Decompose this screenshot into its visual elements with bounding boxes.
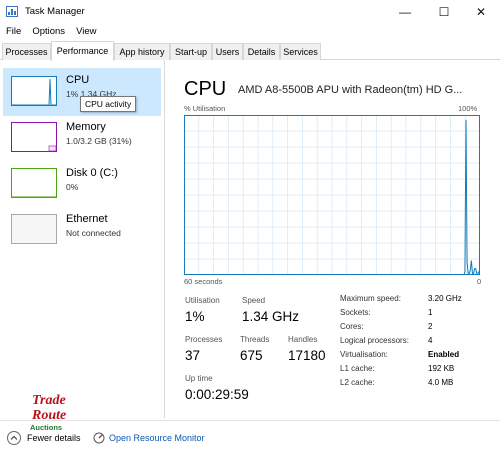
cpu-details-panel: CPU AMD A8-5500B APU with Radeon(tm) HD …: [166, 60, 500, 418]
graph-x-label: 60 seconds: [184, 277, 223, 286]
logo-line-2: Route: [31, 408, 66, 423]
uptime-label: Up time: [185, 374, 213, 383]
sidebar-item-subtitle: Not connected: [66, 228, 121, 238]
chevron-up-icon[interactable]: [7, 431, 21, 445]
processes-value: 37: [185, 348, 201, 363]
cpu-model-name: AMD A8-5500B APU with Radeon(tm) HD G...: [238, 84, 463, 96]
spec-value: Enabled: [428, 350, 460, 359]
memory-thumbnail-graph: [11, 122, 57, 152]
graph-y-label: % Utilisation: [184, 104, 226, 113]
tab-processes[interactable]: Processes: [2, 43, 51, 60]
sidebar-item-title: Disk 0 (C:): [66, 167, 118, 179]
spec-value: 4.0 MB: [428, 378, 454, 387]
spec-value: 2: [428, 322, 433, 331]
spec-value: 3.20 GHz: [428, 294, 462, 303]
menu-view[interactable]: View: [70, 24, 101, 41]
title-bar: Task Manager — ☐ ✕: [0, 0, 500, 24]
spec-label: Virtualisation:: [340, 350, 388, 359]
resource-sidebar: CPU 1% 1.34 GHz Memory 1.0/3.2 GB (31%) …: [0, 60, 165, 418]
task-manager-icon: [6, 6, 18, 17]
spec-label: L1 cache:: [340, 364, 375, 373]
tab-start-up[interactable]: Start-up: [170, 43, 212, 60]
spec-label: Sockets:: [340, 308, 371, 317]
sidebar-item-title: Memory: [66, 121, 106, 133]
sidebar-item-title: Ethernet: [66, 213, 108, 225]
spec-label: L2 cache:: [340, 378, 375, 387]
tab-details[interactable]: Details: [243, 43, 280, 60]
uptime-value: 0:00:29:59: [185, 387, 249, 402]
spec-value: 1: [428, 308, 433, 317]
logo-line-3: Auctions: [30, 423, 62, 432]
close-button[interactable]: ✕: [462, 0, 500, 24]
spec-label: Maximum speed:: [340, 294, 401, 303]
ethernet-thumbnail-graph: [11, 214, 57, 244]
page-title: CPU: [184, 78, 227, 100]
speed-value: 1.34 GHz: [242, 309, 300, 324]
sidebar-item-subtitle: 1.0/3.2 GB (31%): [66, 136, 132, 146]
graph-grid: [184, 115, 480, 275]
graph-x-min-label: 0: [477, 277, 482, 286]
cpu-thumbnail-graph: [11, 76, 57, 106]
sidebar-item-disk[interactable]: Disk 0 (C:) 0%: [3, 164, 161, 208]
processes-label: Processes: [185, 335, 223, 344]
threads-value: 675: [240, 348, 263, 363]
minimize-button[interactable]: —: [386, 0, 424, 24]
menu-options[interactable]: Options: [26, 24, 70, 41]
cpu-utilisation-graph: [184, 115, 480, 275]
utilisation-value: 1%: [185, 309, 205, 324]
spec-label: Cores:: [340, 322, 364, 331]
open-resource-monitor-link[interactable]: Open Resource Monitor: [109, 433, 205, 443]
threads-label: Threads: [240, 335, 270, 344]
sidebar-item-title: CPU: [66, 74, 90, 86]
tab-app-history[interactable]: App history: [114, 43, 170, 60]
logo-line-1: Trade: [32, 393, 66, 408]
graph-y-max-label: 100%: [458, 104, 478, 113]
handles-value: 17180: [288, 348, 326, 363]
menu-file[interactable]: File: [0, 24, 26, 41]
sidebar-item-subtitle: 0%: [66, 182, 79, 192]
tab-bar: Processes Performance App history Start-…: [0, 41, 500, 61]
sidebar-item-ethernet[interactable]: Ethernet Not connected: [3, 210, 161, 254]
sidebar-item-memory[interactable]: Memory 1.0/3.2 GB (31%): [3, 118, 161, 162]
tab-services[interactable]: Services: [280, 43, 321, 60]
spec-value: 192 KB: [428, 364, 455, 373]
tab-users[interactable]: Users: [212, 43, 243, 60]
maximize-button[interactable]: ☐: [425, 0, 463, 24]
utilisation-label: Utilisation: [185, 296, 220, 305]
speed-label: Speed: [242, 296, 266, 305]
spec-label: Logical processors:: [340, 336, 409, 345]
resource-monitor-icon: [93, 432, 105, 444]
spec-value: 4: [428, 336, 433, 345]
disk-thumbnail-graph: [11, 168, 57, 198]
window-title: Task Manager: [25, 6, 85, 17]
trade-route-auctions-logo: Trade Route Auctions: [30, 393, 66, 432]
cpu-activity-tooltip: CPU activity: [80, 96, 137, 112]
handles-label: Handles: [288, 335, 318, 344]
tab-performance[interactable]: Performance: [51, 41, 114, 61]
menu-bar: File Options View: [0, 24, 500, 41]
